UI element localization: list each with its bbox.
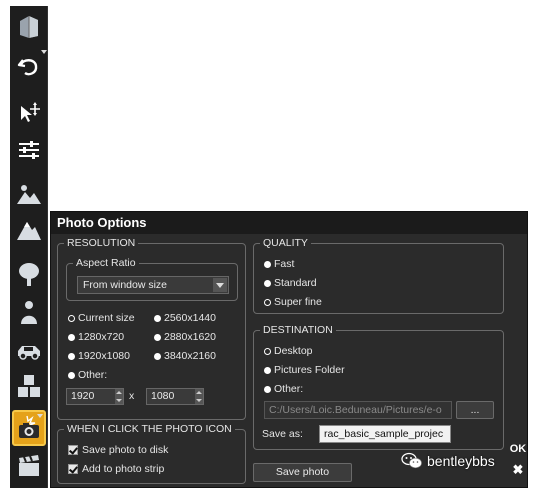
radio-label: Standard xyxy=(274,277,317,289)
save-as-label: Save as: xyxy=(262,428,303,440)
radio-label: Pictures Folder xyxy=(274,364,345,376)
radio-label: Other: xyxy=(274,383,304,395)
radio-1920x1080[interactable]: 1920x1080 xyxy=(68,349,130,363)
radio-1280x720[interactable]: 1280x720 xyxy=(68,330,124,344)
radio-dot[interactable] xyxy=(154,333,161,341)
radio-label: Other: xyxy=(78,369,108,381)
terrain-icon[interactable] xyxy=(10,176,48,212)
radio-dot[interactable] xyxy=(68,314,75,322)
radio-3840x2160[interactable]: 3840x2160 xyxy=(154,349,216,363)
photo-options-panel: Photo Options RESOLUTION Aspect Ratio Fr… xyxy=(50,211,528,488)
save-photo-button[interactable]: Save photo xyxy=(253,463,352,482)
quality-legend: QUALITY xyxy=(260,236,311,250)
undo-icon[interactable] xyxy=(10,48,48,84)
width-spinner[interactable] xyxy=(115,389,123,404)
chevron-down-icon[interactable] xyxy=(213,278,227,292)
person-icon[interactable] xyxy=(10,294,48,330)
aspect-ratio-group: Aspect Ratio From window size xyxy=(66,256,238,301)
destination-group: DESTINATION Desktop Pictures Folder Othe… xyxy=(253,323,504,450)
radio-dot[interactable] xyxy=(264,298,271,306)
watermark: bentleybbs xyxy=(401,452,495,470)
radio-dot[interactable] xyxy=(154,314,161,322)
height-value: 1080 xyxy=(151,390,175,402)
mountain-icon[interactable] xyxy=(10,212,48,248)
watermark-text: bentleybbs xyxy=(427,453,495,469)
click-icon-group: WHEN I CLICK THE PHOTO ICON Save photo t… xyxy=(57,422,246,484)
radio-dot[interactable] xyxy=(264,347,271,355)
objects-icon[interactable] xyxy=(10,368,48,404)
height-spinner[interactable] xyxy=(195,389,203,404)
wechat-icon xyxy=(401,452,422,469)
radio-super-fine[interactable]: Super fine xyxy=(264,295,322,309)
radio-label: 3840x2160 xyxy=(164,350,216,362)
checkbox-label: Save photo to disk xyxy=(82,444,169,456)
aspect-ratio-value: From window size xyxy=(83,279,168,291)
clapperboard-icon[interactable] xyxy=(10,448,48,484)
height-input[interactable]: 1080 xyxy=(146,388,204,405)
radio-2880x1620[interactable]: 2880x1620 xyxy=(154,330,216,344)
radio-dot[interactable] xyxy=(68,371,75,379)
radio-label: Current size xyxy=(78,312,135,324)
ok-button[interactable]: OK xyxy=(508,443,528,455)
click-icon-legend: WHEN I CLICK THE PHOTO ICON xyxy=(64,422,235,436)
radio-label: Desktop xyxy=(274,345,313,357)
camera-icon[interactable] xyxy=(12,410,46,446)
car-icon[interactable] xyxy=(10,332,48,368)
resolution-legend: RESOLUTION xyxy=(64,236,139,250)
radio-other-resolution[interactable]: Other: xyxy=(68,368,107,382)
radio-2560x1440[interactable]: 2560x1440 xyxy=(154,311,216,325)
quality-group: QUALITY Fast Standard Super fine xyxy=(253,236,504,314)
radio-desktop[interactable]: Desktop xyxy=(264,344,313,358)
left-toolbar xyxy=(10,6,48,488)
tree-icon[interactable] xyxy=(10,256,48,292)
radio-current-size[interactable]: Current size xyxy=(68,311,135,325)
width-input[interactable]: 1920 xyxy=(66,388,124,405)
radio-label: 2560x1440 xyxy=(164,312,216,324)
radio-label: Super fine xyxy=(274,296,322,308)
checkbox-mark[interactable] xyxy=(68,445,78,455)
checkbox-label: Add to photo strip xyxy=(82,463,165,475)
browse-button[interactable]: ... xyxy=(456,401,494,419)
destination-legend: DESTINATION xyxy=(260,323,336,337)
radio-other-destination[interactable]: Other: xyxy=(264,382,303,396)
radio-dot[interactable] xyxy=(264,366,271,374)
aspect-ratio-select[interactable]: From window size xyxy=(77,276,229,294)
radio-pictures-folder[interactable]: Pictures Folder xyxy=(264,363,345,377)
lumion-screen: Photo Options RESOLUTION Aspect Ratio Fr… xyxy=(0,0,545,493)
save-as-input[interactable]: rac_basic_sample_projec xyxy=(319,425,451,443)
sliders-icon[interactable] xyxy=(10,132,48,168)
destination-path-field[interactable]: C:/Users/Loic.Beduneau/Pictures/e-o xyxy=(264,401,452,419)
close-icon[interactable]: ✖ xyxy=(511,463,525,477)
add-to-strip-checkbox[interactable]: Add to photo strip xyxy=(68,462,164,476)
radio-label: 2880x1620 xyxy=(164,331,216,343)
dropdown-caret-icon xyxy=(37,414,43,418)
radio-label: Fast xyxy=(274,258,295,270)
radio-standard[interactable]: Standard xyxy=(264,276,317,290)
save-to-disk-checkbox[interactable]: Save photo to disk xyxy=(68,443,168,457)
dropdown-caret-icon xyxy=(41,50,47,54)
radio-fast[interactable]: Fast xyxy=(264,257,294,271)
radio-label: 1280x720 xyxy=(78,331,125,343)
radio-dot[interactable] xyxy=(264,279,271,287)
radio-dot[interactable] xyxy=(264,385,271,393)
checkbox-mark[interactable] xyxy=(68,464,78,474)
building-icon[interactable] xyxy=(10,8,48,44)
radio-label: 1920x1080 xyxy=(78,350,130,362)
resolution-group: RESOLUTION Aspect Ratio From window size… xyxy=(57,236,246,420)
radio-dot[interactable] xyxy=(68,333,75,341)
width-value: 1920 xyxy=(71,390,95,402)
select-move-icon[interactable] xyxy=(10,96,48,132)
radio-dot[interactable] xyxy=(264,260,271,268)
panel-title: Photo Options xyxy=(51,212,527,234)
aspect-ratio-legend: Aspect Ratio xyxy=(73,256,139,270)
radio-dot[interactable] xyxy=(154,352,161,360)
dimension-separator: x xyxy=(129,390,135,402)
radio-dot[interactable] xyxy=(68,352,75,360)
